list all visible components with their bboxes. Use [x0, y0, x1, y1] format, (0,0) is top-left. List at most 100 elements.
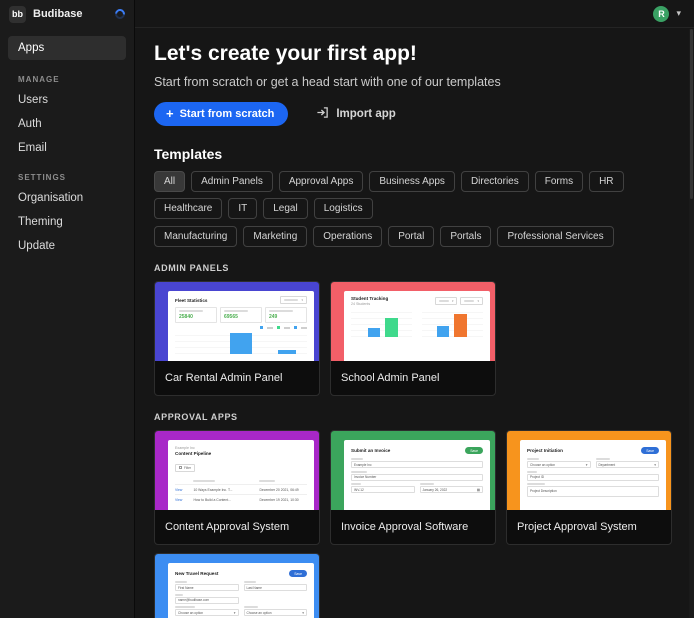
- sidebar-item-auth[interactable]: Auth: [0, 112, 134, 136]
- template-card-car-rental[interactable]: Fleet Statistics ▾ 25840 69565 249: [154, 281, 320, 396]
- templates-heading: Templates: [154, 146, 674, 162]
- chart-bar: [437, 326, 449, 337]
- filter-chip-manufacturing[interactable]: Manufacturing: [154, 226, 237, 247]
- mock-input: Invoice Number: [351, 474, 483, 481]
- template-thumbnail: New Travel Request Save First Name: [155, 554, 319, 618]
- table-row: View 10 Ways Example Inc. T... December …: [175, 484, 307, 494]
- mock-chart-legend: [175, 326, 307, 329]
- filter-chip-professional-services[interactable]: Professional Services: [497, 226, 613, 247]
- mock-filter-button: Filter: [175, 464, 195, 472]
- main-area: R ▾ Let's create your first app! Start f…: [135, 0, 694, 618]
- mock-input: First Name: [175, 584, 239, 591]
- filter-icon: [179, 466, 182, 469]
- filter-chip-legal[interactable]: Legal: [263, 198, 307, 219]
- sidebar: bb Budibase Apps MANAGE Users Auth Email…: [0, 0, 135, 618]
- page-subtitle: Start from scratch or get a head start w…: [154, 75, 674, 89]
- import-icon: [316, 106, 329, 122]
- template-card-label: Car Rental Admin Panel: [155, 361, 319, 395]
- mock-save-button: Save: [641, 447, 659, 454]
- thumb-title: Submit an Invoice: [351, 448, 390, 453]
- filter-chip-approval-apps[interactable]: Approval Apps: [279, 171, 364, 192]
- mock-select: ▾: [460, 297, 483, 305]
- mock-select: ▾: [280, 296, 307, 304]
- sidebar-item-theming[interactable]: Theming: [0, 210, 134, 234]
- stat-value: 249: [269, 314, 303, 320]
- mock-select: Choose an option▾: [175, 609, 239, 616]
- filter-chip-business-apps[interactable]: Business Apps: [369, 171, 455, 192]
- scrollbar-thumb[interactable]: [690, 29, 693, 199]
- filter-chips-row-2: Manufacturing Marketing Operations Porta…: [154, 226, 674, 247]
- template-thumbnail: Example Inc Content Pipeline Filter: [155, 431, 319, 510]
- mock-save-button: Save: [465, 447, 483, 454]
- start-from-scratch-label: Start from scratch: [180, 108, 275, 120]
- start-from-scratch-button[interactable]: + Start from scratch: [154, 102, 288, 126]
- filter-chip-portal[interactable]: Portal: [388, 226, 434, 247]
- top-bar: R ▾: [135, 0, 694, 28]
- template-card-label: Project Approval System: [507, 510, 671, 544]
- mock-stat-cards: 25840 69565 249: [175, 307, 307, 323]
- approval-apps-card-row-1: Example Inc Content Pipeline Filter: [154, 430, 674, 545]
- template-card-project-approval[interactable]: Project Initiation Save Choose an option…: [506, 430, 672, 545]
- filter-chip-hr[interactable]: HR: [589, 171, 623, 192]
- import-app-button[interactable]: Import app: [316, 106, 395, 122]
- chart-bar: [230, 333, 252, 354]
- admin-panels-card-row: Fleet Statistics ▾ 25840 69565 249: [154, 281, 674, 396]
- sidebar-item-apps[interactable]: Apps: [8, 36, 126, 60]
- sidebar-item-organisation[interactable]: Organisation: [0, 186, 134, 210]
- mock-select: Department▾: [596, 461, 660, 468]
- filter-chip-logistics[interactable]: Logistics: [314, 198, 373, 219]
- thumb-title: New Travel Request: [175, 571, 218, 576]
- scrollbar-track[interactable]: [689, 29, 694, 618]
- mock-textarea: Project Description: [527, 486, 659, 497]
- template-card-school[interactable]: Student Tracking 24 Students ▾ ▾: [330, 281, 496, 396]
- mock-date-input: January 26, 2022 ▦: [420, 486, 484, 493]
- mock-table: View 10 Ways Example Inc. T... December …: [175, 477, 307, 504]
- section-heading-admin-panels: ADMIN PANELS: [154, 263, 674, 273]
- user-avatar[interactable]: R: [653, 6, 669, 22]
- template-card-invoice-approval[interactable]: Submit an Invoice Save Example Inc Invoi…: [330, 430, 496, 545]
- filter-chips-row-1: All Admin Panels Approval Apps Business …: [154, 171, 674, 219]
- thumb-title: Fleet Statistics: [175, 298, 207, 303]
- chart-bar: [385, 318, 398, 337]
- page-title: Let's create your first app!: [154, 42, 674, 66]
- template-card-travel-approval[interactable]: New Travel Request Save First Name: [154, 553, 320, 618]
- sidebar-item-update[interactable]: Update: [0, 234, 134, 258]
- template-thumbnail: Submit an Invoice Save Example Inc Invoi…: [331, 431, 495, 510]
- thumb-title: Student Tracking: [351, 296, 388, 301]
- app-window: bb Budibase Apps MANAGE Users Auth Email…: [0, 0, 694, 618]
- stat-value: 69565: [224, 314, 258, 320]
- chevron-down-icon[interactable]: ▾: [676, 8, 681, 19]
- mock-input: name@budibase.com: [175, 597, 239, 604]
- calendar-icon: ▦: [477, 488, 480, 492]
- chart-bar: [368, 328, 380, 337]
- filter-chip-it[interactable]: IT: [228, 198, 257, 219]
- plus-icon: +: [166, 109, 174, 119]
- approval-apps-card-row-2: New Travel Request Save First Name: [154, 553, 674, 618]
- filter-chip-all[interactable]: All: [154, 171, 185, 192]
- mock-select: Choose an option▾: [527, 461, 591, 468]
- template-card-content-approval[interactable]: Example Inc Content Pipeline Filter: [154, 430, 320, 545]
- sidebar-item-users[interactable]: Users: [0, 88, 134, 112]
- thumb-company: Example Inc: [175, 446, 307, 450]
- sidebar-section-settings: SETTINGS: [0, 160, 134, 186]
- filter-chip-directories[interactable]: Directories: [461, 171, 529, 192]
- mock-input: Project ID: [527, 474, 659, 481]
- mock-input: INV-12: [351, 486, 415, 493]
- filter-chip-operations[interactable]: Operations: [313, 226, 382, 247]
- thumb-title: Content Pipeline: [175, 451, 307, 456]
- template-thumbnail: Student Tracking 24 Students ▾ ▾: [331, 282, 495, 361]
- template-thumbnail: Fleet Statistics ▾ 25840 69565 249: [155, 282, 319, 361]
- filter-chip-healthcare[interactable]: Healthcare: [154, 198, 222, 219]
- budibase-logo-icon[interactable]: bb: [9, 6, 26, 23]
- filter-chip-marketing[interactable]: Marketing: [243, 226, 307, 247]
- mock-select: ▾: [435, 297, 458, 305]
- filter-chip-portals[interactable]: Portals: [440, 226, 491, 247]
- sidebar-section-manage: MANAGE: [0, 62, 134, 88]
- mock-bar-chart: [422, 311, 483, 337]
- filter-chip-forms[interactable]: Forms: [535, 171, 583, 192]
- thumb-subtitle: 24 Students: [351, 302, 388, 306]
- thumb-title: Project Initiation: [527, 448, 563, 453]
- mock-input: Last Name: [244, 584, 308, 591]
- filter-chip-admin-panels[interactable]: Admin Panels: [191, 171, 273, 192]
- sidebar-item-email[interactable]: Email: [0, 136, 134, 160]
